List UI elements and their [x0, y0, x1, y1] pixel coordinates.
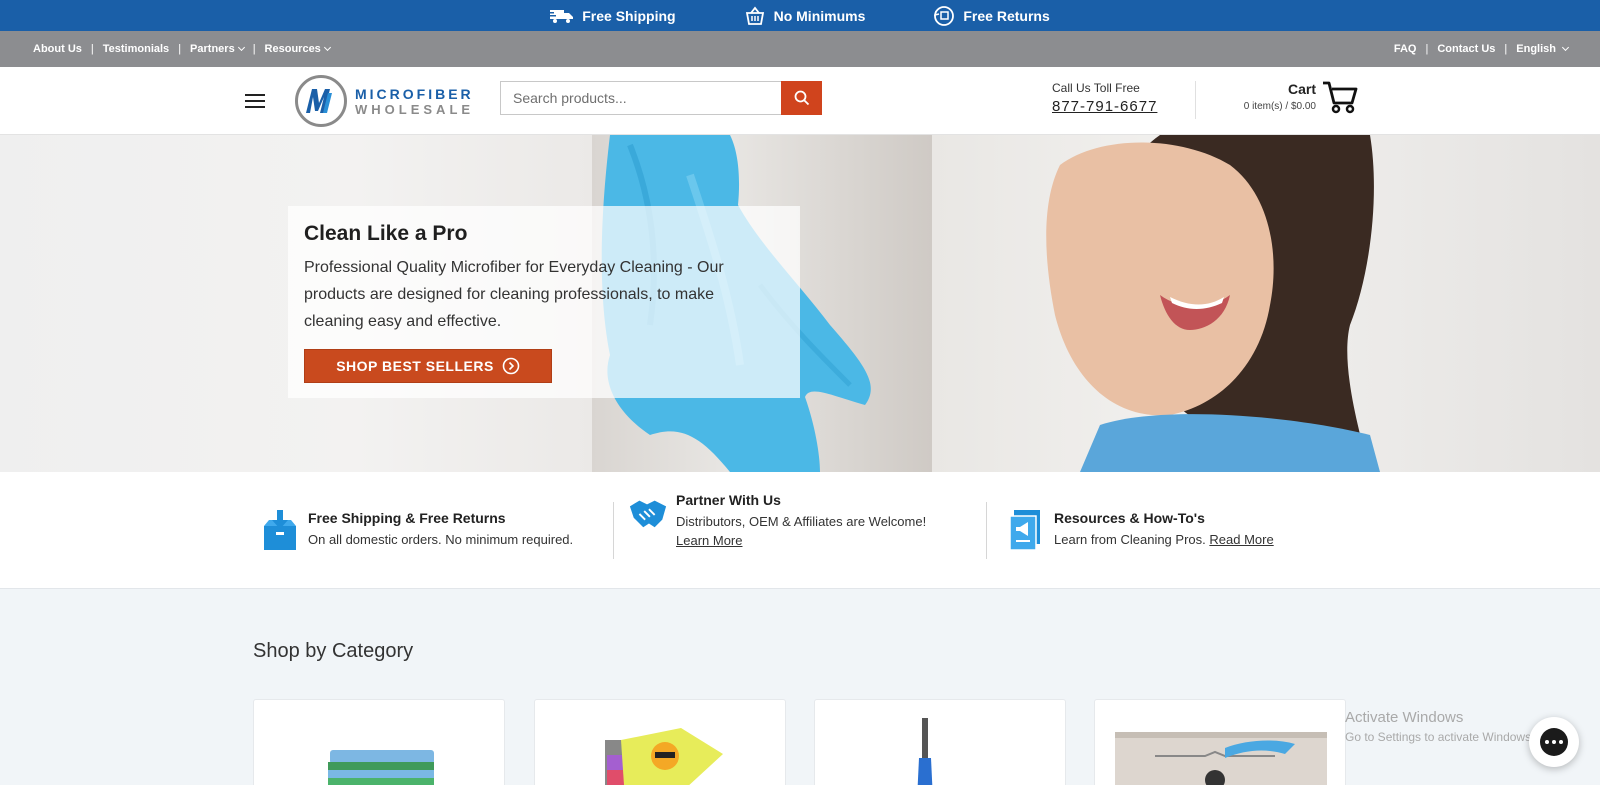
nav-separator: |	[1425, 43, 1429, 55]
logo-mark-icon	[295, 75, 347, 127]
language-selector[interactable]: English	[1516, 43, 1570, 55]
hero-card: Clean Like a Pro Professional Quality Mi…	[288, 206, 800, 398]
hero-banner: Clean Like a Pro Professional Quality Mi…	[0, 135, 1600, 472]
feature-partner-title: Partner With Us	[676, 492, 781, 508]
windows-activation-watermark: Activate Windows Go to Settings to activ…	[1345, 709, 1534, 744]
promo-returns-label: Free Returns	[963, 7, 1050, 24]
header-divider	[1195, 81, 1196, 119]
phone-number-link[interactable]: 877-791-6677	[1052, 98, 1157, 115]
search-input[interactable]	[500, 81, 781, 115]
search-bar	[500, 81, 822, 115]
shop-best-sellers-button[interactable]: SHOP BEST SELLERS	[304, 349, 552, 383]
cart-title: Cart	[1287, 81, 1316, 97]
nav-separator: |	[90, 43, 94, 55]
features-strip: Free Shipping & Free Returns On all dome…	[0, 472, 1600, 589]
category-card-mops[interactable]	[814, 699, 1066, 785]
nav-partners-dropdown[interactable]: Partners	[190, 43, 245, 55]
feature-resources-title: Resources & How-To's	[1054, 510, 1205, 526]
nav-separator: |	[252, 43, 256, 55]
read-more-link[interactable]: Read More	[1209, 532, 1273, 547]
menu-icon[interactable]	[245, 94, 265, 108]
promo-free-shipping: Free Shipping	[550, 7, 676, 24]
learn-more-link[interactable]: Learn More	[676, 531, 926, 550]
cart-icon[interactable]	[1322, 80, 1358, 114]
site-logo[interactable]: MICROFIBER WHOLESALE	[295, 75, 474, 127]
custom-cloth-image	[605, 728, 723, 785]
promo-free-returns: Free Returns	[933, 5, 1050, 27]
phone-label: Call Us Toll Free	[1052, 81, 1140, 95]
windows-watermark-title: Activate Windows	[1345, 709, 1464, 726]
feature-shipping: Free Shipping & Free Returns On all dome…	[260, 510, 573, 552]
chat-widget-button[interactable]	[1529, 717, 1579, 767]
basket-icon	[745, 6, 764, 25]
utility-nav: About Us | Testimonials | Partners | Res…	[0, 31, 1600, 67]
handshake-icon	[629, 500, 667, 528]
category-card-custom[interactable]	[534, 699, 786, 785]
feature-partner: Partner With Us Distributors, OEM & Affi…	[628, 492, 926, 550]
hero-title: Clean Like a Pro	[304, 222, 468, 245]
nav-separator: |	[1504, 43, 1508, 55]
duster-room-image	[1115, 732, 1327, 785]
logo-text-microfiber: MICROFIBER	[355, 85, 474, 102]
feature-divider	[613, 502, 614, 559]
shop-by-category: Shop by Category	[0, 589, 1600, 785]
chevron-down-icon	[1561, 43, 1570, 52]
nav-resources-dropdown[interactable]: Resources	[264, 43, 331, 55]
category-card-towels[interactable]	[253, 699, 505, 785]
nav-contact-us[interactable]: Contact Us	[1437, 43, 1495, 55]
nav-faq[interactable]: FAQ	[1394, 43, 1417, 55]
truck-icon	[550, 9, 574, 23]
promo-bar: Free Shipping No Minimums Free Returns	[0, 0, 1600, 31]
chat-bubble-icon	[1540, 728, 1568, 756]
nav-separator: |	[178, 43, 182, 55]
feature-shipping-desc: On all domestic orders. No minimum requi…	[308, 532, 574, 547]
search-icon	[794, 90, 809, 106]
chevron-down-icon	[237, 43, 245, 52]
language-label: English	[1516, 43, 1556, 55]
cart-count-total: 0 item(s) / $0.00	[1243, 101, 1316, 112]
promo-minimums-label: No Minimums	[773, 7, 866, 24]
hero-woman-image	[1046, 135, 1380, 472]
category-card-dusters[interactable]	[1094, 699, 1346, 785]
nav-partners-label: Partners	[190, 43, 235, 55]
hero-description: Professional Quality Microfiber for Ever…	[304, 259, 724, 330]
shop-best-sellers-label: SHOP BEST SELLERS	[336, 358, 494, 374]
feature-divider	[986, 502, 987, 559]
feature-shipping-title: Free Shipping & Free Returns	[308, 510, 506, 526]
promo-no-minimums: No Minimums	[744, 5, 866, 27]
feature-resources: Resources & How-To's Learn from Cleaning…	[1006, 510, 1274, 552]
site-header: MICROFIBER WHOLESALE Call Us Toll Free 8…	[0, 67, 1600, 135]
nav-testimonials[interactable]: Testimonials	[103, 43, 169, 55]
nav-resources-label: Resources	[264, 43, 321, 55]
chevron-down-icon	[323, 43, 331, 52]
promo-shipping-label: Free Shipping	[582, 7, 676, 24]
shipping-box-icon	[264, 510, 296, 550]
search-button[interactable]	[781, 81, 822, 115]
towel-stack-image	[328, 750, 434, 785]
phone-contact: Call Us Toll Free 877-791-6677	[1052, 81, 1157, 115]
category-heading: Shop by Category	[253, 640, 414, 662]
return-box-icon	[934, 5, 955, 26]
feature-resources-desc-row: Learn from Cleaning Pros. Read More	[1054, 530, 1274, 549]
feature-partner-desc: Distributors, OEM & Affiliates are Welco…	[676, 514, 927, 529]
windows-watermark-subtitle: Go to Settings to activate Windows.	[1345, 730, 1535, 744]
cart-summary[interactable]: Cart 0 item(s) / $0.00	[1238, 81, 1316, 112]
document-megaphone-icon	[1009, 510, 1040, 551]
mop-handle-image	[917, 718, 933, 785]
nav-about-us[interactable]: About Us	[33, 43, 82, 55]
logo-text-wholesale: WHOLESALE	[355, 101, 475, 117]
arrow-circle-icon	[502, 357, 520, 375]
feature-resources-desc: Learn from Cleaning Pros.	[1054, 532, 1206, 547]
